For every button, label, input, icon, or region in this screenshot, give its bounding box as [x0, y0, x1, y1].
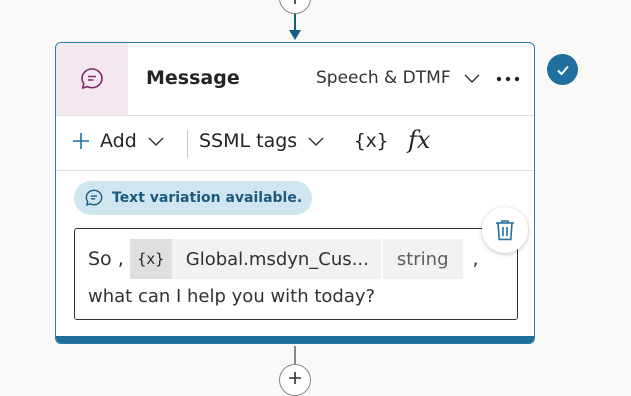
message-node-card[interactable]: Message Speech & DTMF Add SSML tags {x} …	[55, 42, 535, 344]
channel-select-label: Speech & DTMF	[316, 68, 451, 88]
message-prefix: So ,	[88, 248, 124, 270]
message-line-2: what can I help you with today?	[88, 286, 376, 307]
toolbar-separator	[187, 130, 188, 158]
variable-chip[interactable]: {x} Global.msdyn_Cus... string	[129, 239, 463, 279]
check-icon	[547, 54, 578, 85]
flow-arrow-icon	[289, 30, 301, 40]
text-variation-badge[interactable]: Text variation available.	[74, 181, 313, 215]
channel-select[interactable]: Speech & DTMF	[316, 68, 481, 88]
ssml-tags-button[interactable]: SSML tags	[199, 130, 325, 152]
plus-icon	[289, 372, 301, 384]
add-menu-button[interactable]: Add	[72, 130, 165, 152]
message-toolbar: Add SSML tags {x} fx	[56, 116, 534, 170]
chevron-down-icon	[148, 137, 164, 146]
insert-variable-button[interactable]: {x}	[354, 130, 388, 152]
node-header: Message Speech & DTMF	[56, 43, 534, 115]
more-options-button[interactable]	[494, 67, 522, 91]
message-suffix: ,	[472, 248, 479, 270]
delete-message-button[interactable]	[482, 207, 528, 253]
card-bottom-accent	[56, 336, 534, 343]
add-node-button-top[interactable]	[279, 0, 311, 14]
variable-chip-icon: {x}	[129, 239, 172, 279]
message-line: So , {x} Global.msdyn_Cus... string ,	[88, 239, 479, 279]
add-node-button-bottom[interactable]	[279, 364, 311, 396]
chevron-down-icon	[464, 74, 480, 83]
add-label: Add	[100, 130, 137, 152]
trash-icon	[496, 220, 514, 241]
node-title: Message	[146, 67, 240, 89]
plus-icon	[73, 133, 89, 149]
message-text-editor[interactable]: So , {x} Global.msdyn_Cus... string , wh…	[74, 228, 518, 320]
variable-chip-type: string	[381, 239, 463, 279]
text-variation-label: Text variation available.	[112, 190, 303, 206]
ssml-tags-label: SSML tags	[199, 130, 298, 152]
chevron-down-icon	[308, 137, 324, 146]
more-horizontal-icon	[496, 76, 520, 82]
insert-formula-button[interactable]: fx	[408, 126, 430, 154]
chat-bubble-icon	[85, 189, 103, 206]
divider	[56, 170, 534, 171]
plus-icon	[294, 0, 296, 4]
chat-bubble-icon	[56, 43, 128, 115]
variable-chip-name: Global.msdyn_Cus...	[172, 239, 382, 279]
